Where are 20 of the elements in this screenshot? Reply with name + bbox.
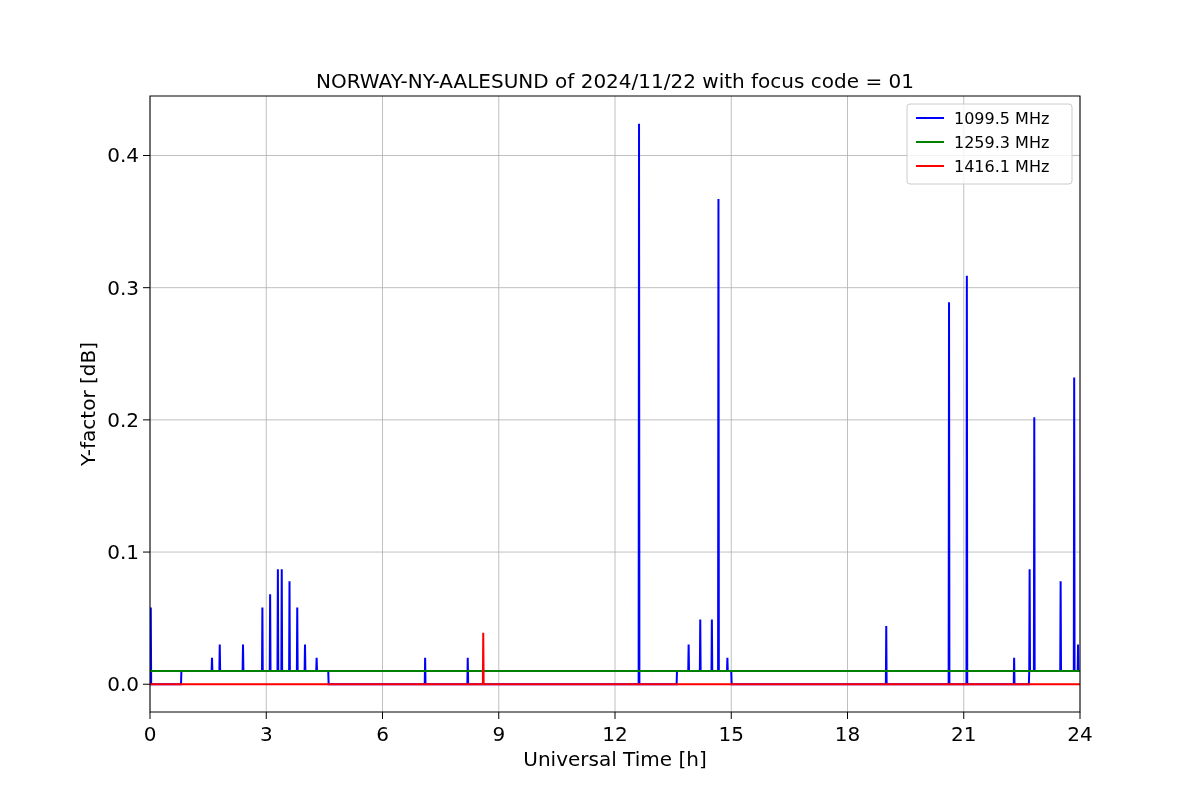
tick-label: 0 — [143, 722, 157, 746]
legend-label: 1099.5 MHz — [954, 109, 1050, 128]
y-axis-label: Y-factor [dB] — [76, 342, 100, 466]
legend-label: 1416.1 MHz — [954, 157, 1050, 176]
tick-label: 0.0 — [107, 672, 139, 697]
tick-label: 0.2 — [107, 407, 139, 432]
tick-label: 24 — [1067, 722, 1093, 746]
tick-label: 15 — [718, 722, 744, 746]
tick-label: 0.4 — [107, 143, 139, 168]
tick-label: 0.1 — [107, 540, 139, 565]
x-axis-label: Universal Time [h] — [523, 747, 707, 771]
tick-label: 18 — [834, 722, 861, 746]
tick-label: 6 — [376, 722, 389, 746]
tick-label: 0.3 — [107, 275, 139, 300]
tick-label: 9 — [492, 722, 506, 746]
tick-label: 12 — [602, 722, 628, 746]
tick-label: 3 — [259, 722, 273, 746]
legend-label: 1259.3 MHz — [954, 133, 1050, 152]
chart-title: NORWAY-NY-AALESUND of 2024/11/22 with focus code = 01 — [316, 69, 914, 93]
tick-label: 21 — [951, 722, 977, 746]
